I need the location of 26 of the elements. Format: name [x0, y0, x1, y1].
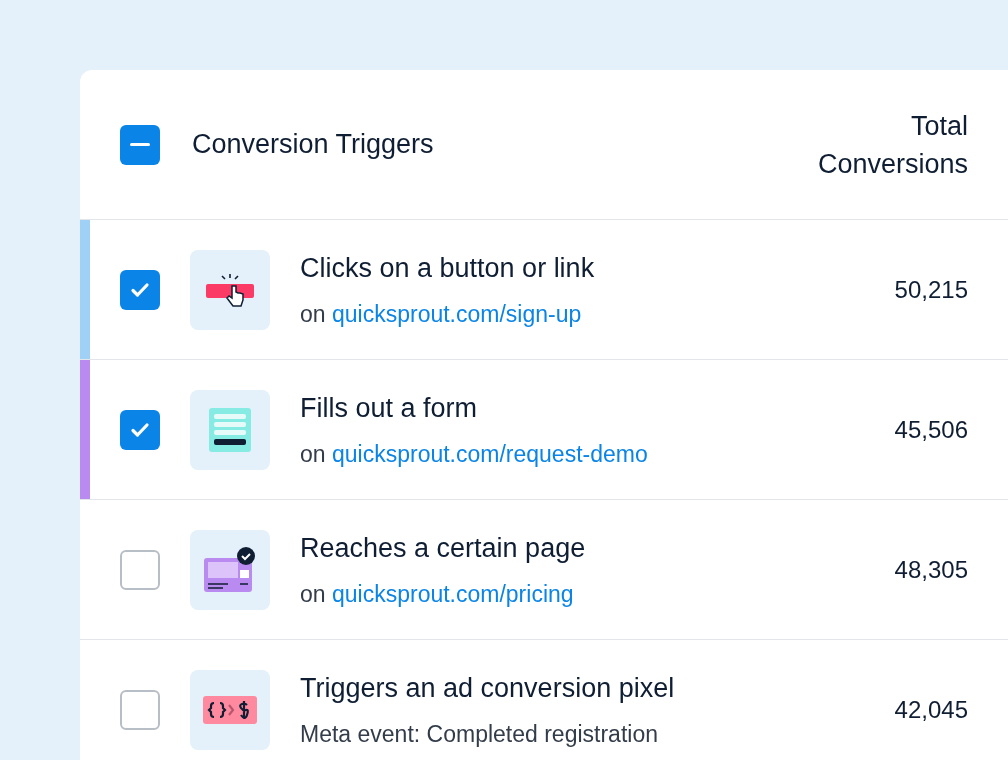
form-icon — [209, 405, 251, 454]
trigger-title: Triggers an ad conversion pixel — [300, 672, 676, 705]
conversion-count: 48,305 — [894, 554, 968, 585]
trigger-title: Reaches a certain page — [300, 532, 587, 565]
page-link[interactable]: quicksprout.com/pricing — [332, 580, 574, 607]
conversion-count: 50,215 — [894, 274, 968, 305]
web-page-icon — [204, 545, 256, 594]
trigger-title: Clicks on a button or link — [300, 252, 596, 285]
code-tag-icon — [203, 695, 257, 724]
column-heading: Total Conversions — [816, 109, 968, 181]
checkbox[interactable] — [120, 549, 160, 590]
trigger-detail: Meta event: Completed registration — [300, 719, 659, 749]
conversion-count: 45,506 — [894, 414, 968, 445]
conversion-count: 42,045 — [894, 694, 968, 725]
trigger-title: Fills out a form — [300, 392, 479, 425]
checkbox[interactable] — [120, 689, 160, 730]
minus-icon — [130, 143, 150, 146]
checkbox[interactable] — [120, 269, 160, 310]
column-heading: Conversion Triggers — [192, 128, 435, 162]
trigger-location: on quicksprout.com/request-demo — [300, 439, 649, 469]
trigger-location: on quicksprout.com/pricing — [300, 579, 575, 609]
trigger-location: on quicksprout.com/sign-up — [300, 299, 583, 329]
page-link[interactable]: quicksprout.com/request-demo — [332, 440, 648, 467]
page-link[interactable]: quicksprout.com/sign-up — [332, 300, 582, 327]
header-checkbox[interactable] — [120, 124, 160, 165]
checkbox[interactable] — [120, 409, 160, 450]
